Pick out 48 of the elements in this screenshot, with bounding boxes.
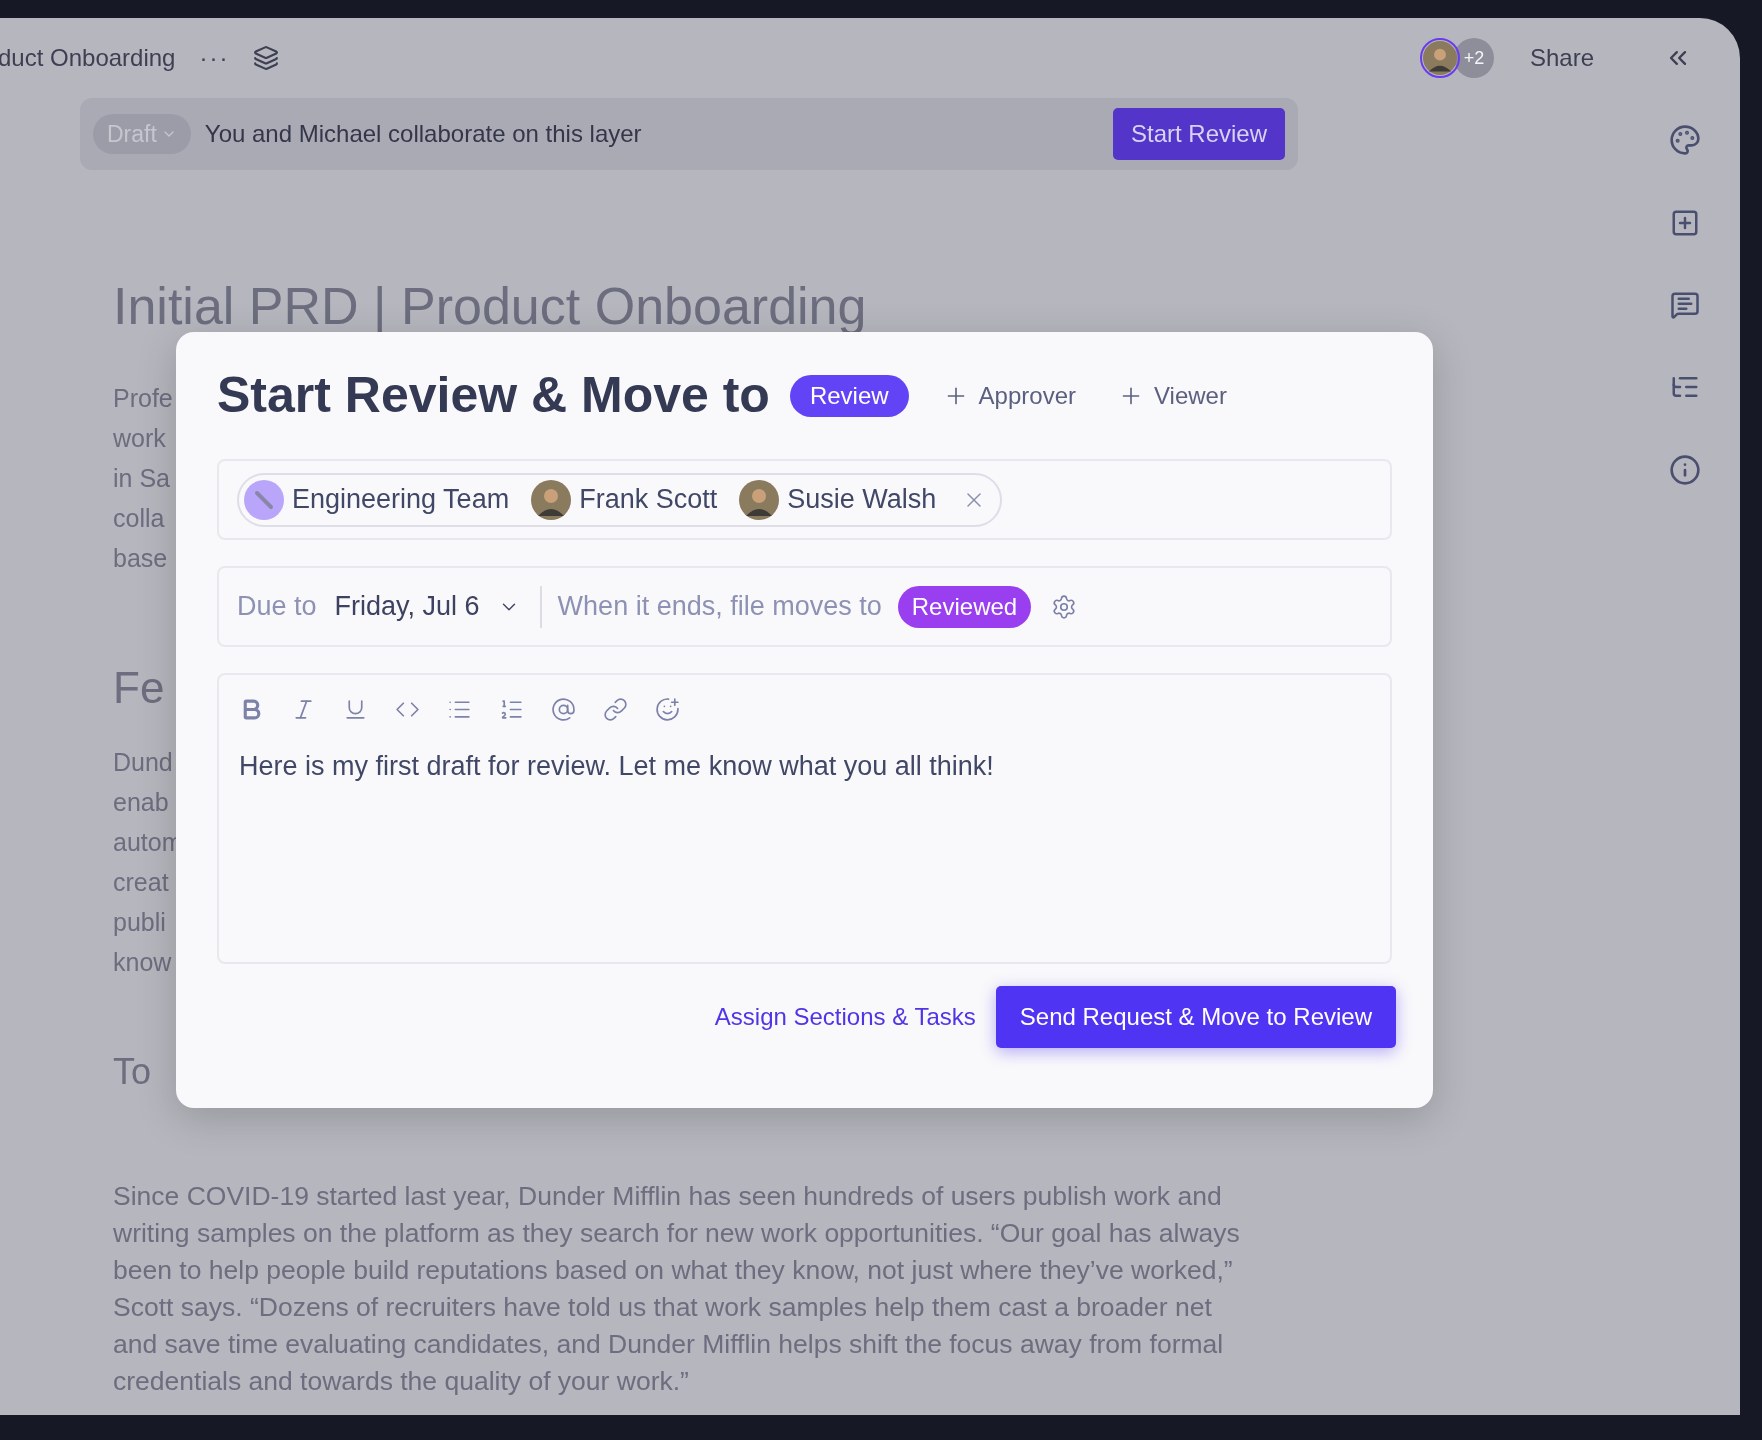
paragraph-line: in Sa <box>113 463 170 494</box>
recipient-name: Susie Walsh <box>787 483 937 517</box>
add-icon[interactable] <box>1670 208 1700 238</box>
paragraph-line: publi <box>113 907 166 938</box>
recipient-name: Engineering Team <box>292 483 510 517</box>
recipients-field[interactable]: Engineering Team Frank Scott Susie Walsh <box>217 459 1392 540</box>
send-request-button[interactable]: Send Request & Move to Review <box>995 986 1396 1048</box>
paragraph-line: know <box>113 947 172 978</box>
more-collaborators-badge[interactable]: +2 <box>1453 38 1494 78</box>
mention-icon[interactable] <box>551 697 576 722</box>
more-button[interactable]: ··· <box>199 40 230 76</box>
info-icon[interactable] <box>1669 454 1701 486</box>
message-editor[interactable]: Here is my first draft for review. Let me know what you all think! <box>217 673 1392 964</box>
banner-message: You and Michael collaborate on this layer <box>204 119 642 149</box>
start-review-button[interactable]: Start Review <box>1112 108 1285 160</box>
underline-icon[interactable] <box>343 697 368 722</box>
emoji-icon[interactable] <box>655 697 680 722</box>
team-avatar-icon <box>244 479 284 520</box>
paragraph-line: creat <box>113 867 169 898</box>
settings-icon[interactable] <box>1051 593 1078 620</box>
layers-icon[interactable] <box>253 45 280 71</box>
section-heading: Fe <box>113 662 165 714</box>
moves-label: When it ends, file moves to <box>557 590 882 624</box>
stage-badge: Review <box>789 374 909 417</box>
link-icon[interactable] <box>603 697 628 722</box>
next-stage-badge[interactable]: Reviewed <box>897 585 1032 628</box>
avatar-icon <box>531 479 572 520</box>
recipient-name: Frank Scott <box>579 483 718 517</box>
share-button[interactable]: Share <box>1529 40 1594 76</box>
paragraph-line: work <box>113 423 166 454</box>
due-label: Due to <box>237 590 317 624</box>
dialog-title: Start Review & Move to <box>217 366 770 425</box>
message-text: Here is my first draft for review. Let me know what you all think! <box>239 750 995 783</box>
section-heading: To <box>113 1050 152 1094</box>
numbered-list-icon[interactable] <box>499 697 524 722</box>
due-date-dropdown[interactable]: Friday, Jul 6 <box>334 586 520 627</box>
task-comment-icon[interactable] <box>1670 290 1700 320</box>
paragraph-line: colla <box>113 503 165 534</box>
add-role-button[interactable]: Viewer <box>1118 377 1227 414</box>
paragraph-line: Profe <box>113 383 173 414</box>
assign-link[interactable]: Assign Sections & Tasks <box>714 999 976 1035</box>
add-role-button[interactable]: Approver <box>942 377 1076 414</box>
paragraph-line: Dund <box>113 747 173 778</box>
document-paragraph: Since COVID-19 started last year, Dunder Mifflin has seen hundreds of users publish work and writing samples on the platform as they search for new work opportunities. “Our goal has always been to help people build reputations based on what they know, not just where they’ve worked,” Scott says. “Dozens of recruiters have told us that work samples help them cast a broader net and save time evaluating candidates, and Dunder Mifflin helps shift the focus away from formal credentials and towards the quality of your work.” <box>113 1180 1241 1398</box>
avatar-icon <box>739 479 780 520</box>
paragraph-line: base <box>113 543 168 574</box>
palette-icon[interactable] <box>1669 124 1701 156</box>
paragraph-line: enab <box>113 787 169 818</box>
